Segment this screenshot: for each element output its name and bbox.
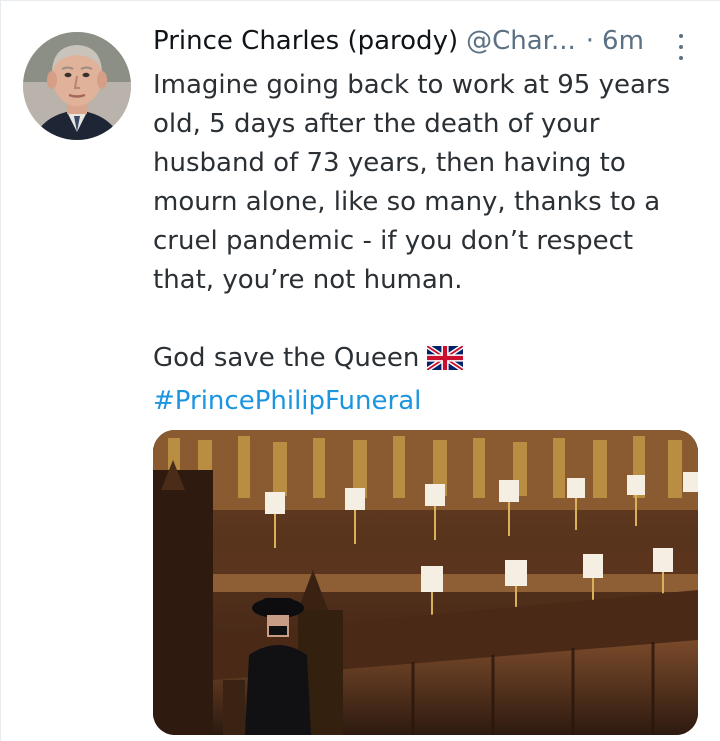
chapel-photo-image (153, 430, 698, 735)
avatar[interactable] (23, 32, 131, 140)
more-options-icon[interactable] (675, 34, 687, 60)
user-handle[interactable]: @Char... (466, 26, 576, 56)
tweet-text-line: that, you’re not human. (153, 265, 463, 295)
left-divider (0, 0, 1, 741)
god-save-text: God save the Queen (153, 343, 420, 373)
tweet-text-line: mourn alone, like so many, thanks to a (153, 187, 661, 217)
separator-dot: · (585, 26, 595, 56)
hashtag-line: #PrincePhilipFuneral (153, 382, 698, 421)
hashtag-link[interactable]: #PrincePhilipFuneral (153, 386, 421, 416)
tweet-text-line-god-save: God save the Queen (153, 339, 698, 382)
avatar-image (23, 32, 131, 140)
display-name[interactable]: Prince Charles (parody) (153, 26, 458, 56)
tweet-text-line: Imagine going back to work at 95 years (153, 70, 671, 100)
tweet-text-line: husband of 73 years, then having to (153, 148, 626, 178)
timestamp[interactable]: 6m (602, 26, 644, 56)
tweet-text-line: old, 5 days after the death of your (153, 109, 600, 139)
uk-flag-icon (425, 343, 465, 382)
tweet-photo[interactable] (153, 430, 698, 735)
tweet-body: Prince Charles (parody) @Char... · 6m Im… (153, 26, 698, 421)
tweet-header: Prince Charles (parody) @Char... · 6m (153, 26, 698, 66)
tweet-text-line: cruel pandemic - if you don’t respect (153, 226, 634, 256)
top-divider (0, 0, 720, 1)
tweet-text: Imagine going back to work at 95 years o… (153, 66, 698, 421)
